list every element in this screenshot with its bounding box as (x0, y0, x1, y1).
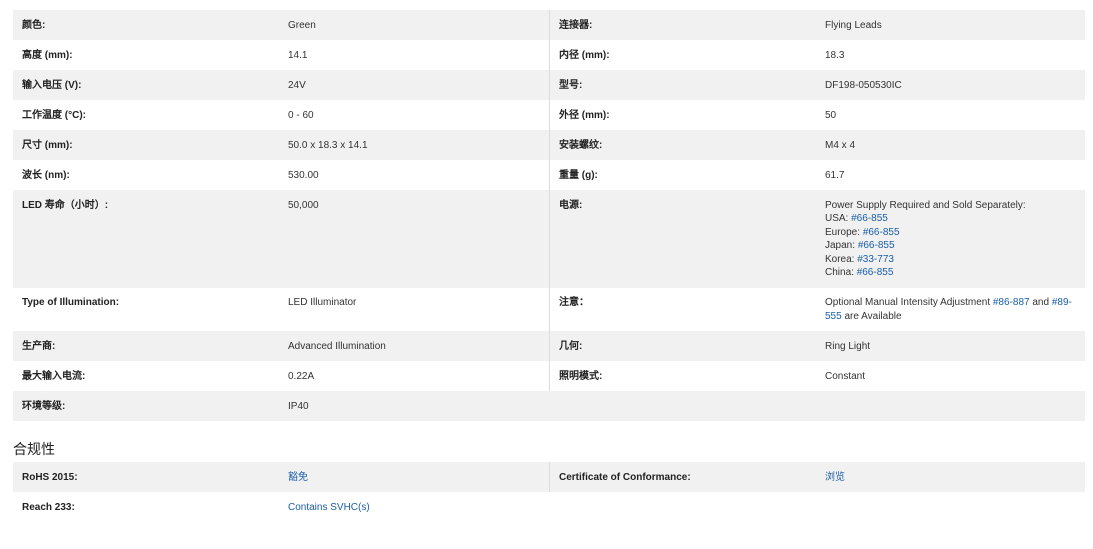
spec-row: LED 寿命（小时）: 50,000 电源: Power Supply Requ… (13, 190, 1085, 288)
spec-row: 输入电压 (V): 24V 型号: DF198-050530IC (13, 70, 1085, 100)
spec-label: 几何: (559, 340, 583, 352)
power-supply-europe: Europe: #66-855 (825, 226, 1076, 240)
spec-row: 高度 (mm): 14.1 内径 (mm): 18.3 (13, 40, 1085, 70)
spec-label: 重量 (g): (559, 169, 598, 181)
spec-label: 电源: (559, 199, 583, 211)
power-supply-japan-link[interactable]: #66-855 (858, 240, 895, 251)
region-label: China: (825, 267, 857, 278)
spec-value: DF198-050530IC (825, 79, 902, 91)
spec-label: Type of Illumination: (22, 297, 120, 308)
power-supply-usa: USA: #66-855 (825, 212, 1076, 226)
spec-value: Constant (825, 370, 866, 382)
spec-value: Advanced Illumination (279, 331, 550, 361)
spec-value: 50,000 (279, 190, 550, 288)
spec-row: Type of Illumination: LED Illuminator 注意… (13, 287, 1085, 332)
spec-value: Ring Light (825, 340, 871, 352)
note-value: Optional Manual Intensity Adjustment #86… (816, 288, 1085, 332)
empty-cell (816, 492, 1085, 522)
spec-label: 型号: (559, 79, 583, 91)
region-label: Europe: (825, 226, 863, 238)
coc-value: 浏览 (816, 462, 1085, 492)
spec-label: 颜色: (22, 19, 46, 31)
spec-value: 0 - 60 (279, 100, 550, 130)
spec-label: 照明模式: (559, 370, 603, 382)
empty-cell (550, 492, 816, 522)
spec-row: 生产商: Advanced Illumination 几何: Ring Ligh… (13, 331, 1085, 361)
spec-label: 高度 (mm): (22, 49, 73, 61)
power-supply-korea: Korea: #33-773 (825, 253, 1076, 267)
spec-label: 注意： (559, 297, 589, 308)
spec-label: 连接器: (559, 19, 593, 31)
spec-label: 输入电压 (V): (22, 79, 82, 91)
spec-value: 530.00 (279, 160, 550, 190)
reach-label: Reach 233: (22, 501, 75, 513)
spec-row: 尺寸 (mm): 50.0 x 18.3 x 14.1 安装螺纹: M4 x 4 (13, 130, 1085, 160)
spec-row: 工作温度 (°C): 0 - 60 外径 (mm): 50 (13, 100, 1085, 130)
spec-row: 波长 (nm): 530.00 重量 (g): 61.7 (13, 160, 1085, 190)
spec-label: LED 寿命（小时）: (22, 199, 109, 211)
spec-value: LED Illuminator (279, 287, 550, 331)
spec-value: 0.22A (279, 361, 550, 391)
spec-value: Flying Leads (825, 19, 882, 31)
spec-label: 生产商: (22, 340, 56, 352)
spec-value-empty (816, 391, 1085, 421)
rohs-label: RoHS 2015: (22, 471, 78, 483)
spec-row: 最大输入电流: 0.22A 照明模式: Constant (13, 361, 1085, 391)
compliance-table: RoHS 2015: 豁免 Certificate of Conformance… (13, 462, 1085, 522)
rohs-exempt-link[interactable]: 豁免 (288, 472, 308, 483)
spec-label: 工作温度 (°C): (22, 109, 86, 121)
spec-value: 50 (825, 109, 837, 121)
power-supply-intro: Power Supply Required and Sold Separatel… (825, 199, 1026, 211)
note-text: are Available (841, 310, 902, 322)
compliance-row: Reach 233: Contains SVHC(s) (13, 492, 1085, 522)
power-supply-europe-link[interactable]: #66-855 (863, 227, 900, 238)
spec-label-empty (550, 391, 816, 421)
spec-label: 尺寸 (mm): (22, 139, 73, 151)
spec-label: 内径 (mm): (559, 49, 610, 61)
spec-label: 安装螺纹: (559, 139, 603, 151)
power-supply-value: Power Supply Required and Sold Separatel… (816, 190, 1085, 288)
region-label: Korea: (825, 253, 858, 265)
spec-value: Green (279, 10, 550, 40)
spec-label: 环境等级: (22, 400, 66, 412)
region-label: USA: (825, 213, 852, 224)
spec-value: 18.3 (825, 49, 845, 61)
specifications-table: 颜色: Green 连接器: Flying Leads 高度 (mm): 14.… (13, 10, 1085, 421)
power-supply-china: China: #66-855 (825, 266, 1076, 280)
spec-value: IP40 (288, 400, 309, 412)
compliance-row: RoHS 2015: 豁免 Certificate of Conformance… (13, 462, 1085, 492)
spec-label: 波长 (nm): (22, 169, 70, 181)
spec-label: 外径 (mm): (559, 109, 610, 121)
power-supply-japan: Japan: #66-855 (825, 239, 1076, 253)
spec-value: 24V (279, 70, 550, 100)
spec-value: 14.1 (279, 40, 550, 70)
power-supply-korea-link[interactable]: #33-773 (857, 254, 894, 265)
spec-label: 最大输入电流: (22, 370, 86, 382)
spec-value: 61.7 (825, 169, 845, 181)
spec-value: 50.0 x 18.3 x 14.1 (279, 130, 550, 160)
region-label: Japan: (825, 240, 858, 251)
coc-view-link[interactable]: 浏览 (825, 472, 845, 483)
power-supply-usa-link[interactable]: #66-855 (851, 213, 888, 224)
note-text: and (1029, 297, 1052, 308)
reach-svhc-link[interactable]: Contains SVHC(s) (288, 502, 370, 513)
note-text: Optional Manual Intensity Adjustment (825, 297, 993, 308)
compliance-heading: 合规性 (13, 441, 55, 457)
spec-value: M4 x 4 (825, 139, 856, 151)
coc-label: Certificate of Conformance: (559, 471, 691, 483)
spec-row: 颜色: Green 连接器: Flying Leads (13, 10, 1085, 40)
intensity-adjustment-link-1[interactable]: #86-887 (993, 297, 1030, 308)
spec-row: 环境等级: IP40 (13, 391, 1085, 421)
power-supply-china-link[interactable]: #66-855 (857, 267, 894, 278)
rohs-value: 豁免 (279, 462, 550, 492)
reach-value: Contains SVHC(s) (279, 492, 550, 522)
